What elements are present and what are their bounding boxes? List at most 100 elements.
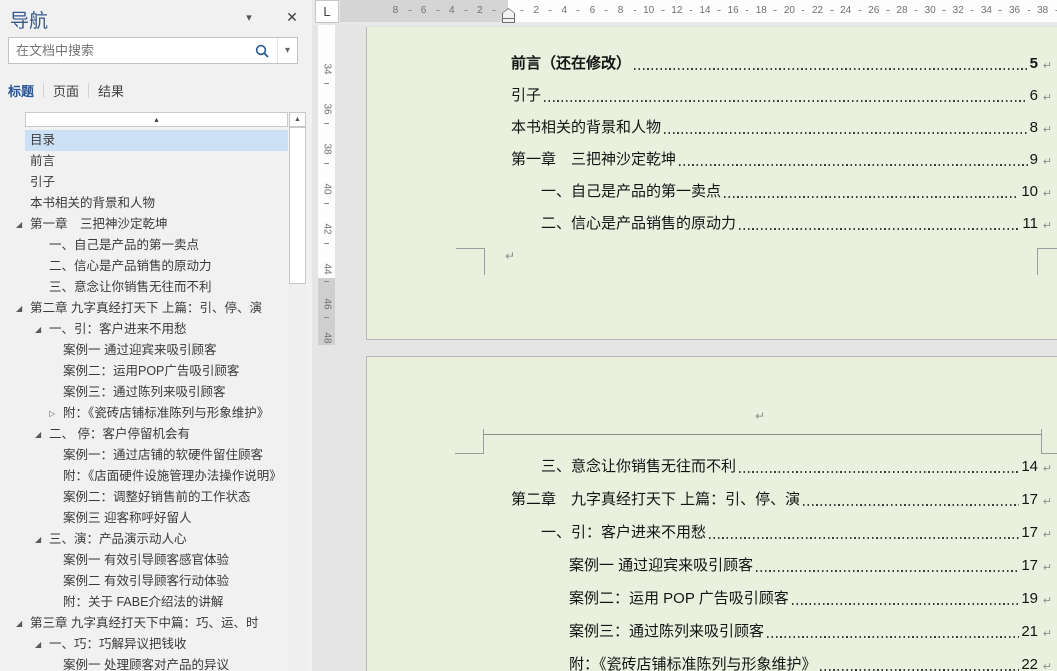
nav-heading-item[interactable]: 案例三 迎客称呼好留人 <box>25 508 288 529</box>
text-boundary-mark <box>1041 453 1057 454</box>
ruler-tick <box>943 10 946 11</box>
toc-entry: 案例二：运用 POP 广告吸引顾客19↵ <box>569 589 1038 609</box>
scrollbar-thumb[interactable] <box>289 127 306 284</box>
close-icon[interactable]: ✕ <box>281 6 303 28</box>
expand-icon[interactable]: ▷ <box>49 403 55 424</box>
collapse-icon[interactable]: ◢ <box>35 529 41 550</box>
ruler-number: 8 <box>618 0 624 22</box>
nav-heading-item[interactable]: 附：关于 FABE介绍法的讲解 <box>25 592 288 613</box>
left-indent-marker[interactable] <box>502 18 515 23</box>
ruler-number: 4 <box>561 0 567 22</box>
nav-heading-item[interactable]: 案例二：运用POP广告吸引顾客 <box>25 361 288 382</box>
paragraph-mark-icon: ↵ <box>1043 594 1052 607</box>
paragraph-mark-icon: ↵ <box>1043 187 1052 200</box>
collapse-icon[interactable]: ◢ <box>16 214 22 235</box>
ruler-number: 32 <box>953 0 964 22</box>
toc-entry: 前言（还在修改）5↵ <box>511 54 1038 74</box>
nav-heading-item[interactable]: 附：《店面硬件设施管理办法操作说明》 <box>25 466 288 487</box>
nav-heading-item[interactable]: 案例一 通过迎宾来吸引顾客 <box>25 340 288 361</box>
nav-heading-label: 第三章 九字真经打天下中篇：巧、运、时 <box>25 616 258 630</box>
paragraph-mark-icon: ↵ <box>1043 155 1052 168</box>
nav-heading-item[interactable]: 案例二：调整好销售前的工作状态 <box>25 487 288 508</box>
toc-entry: 二、信心是产品销售的原动力11↵ <box>541 214 1038 234</box>
search-options-dropdown-icon[interactable]: ▾ <box>277 38 297 63</box>
word-window: 导航 ▾ ✕ ▾ 标题 页面 结果 ▴ 目录前言引子本书相关的背景和人物◢第一章… <box>0 0 1057 671</box>
nav-heading-item[interactable]: ◢二、 停：客户停留机会有 <box>25 424 288 445</box>
ruler-tick <box>971 10 974 11</box>
collapse-icon[interactable]: ◢ <box>16 613 22 634</box>
toc-entry-text: 二、信心是产品销售的原动力 <box>541 214 736 234</box>
nav-heading-item[interactable]: 案例三：通过陈列来吸引顾客 <box>25 382 288 403</box>
pane-options-dropdown-icon[interactable]: ▾ <box>238 8 260 28</box>
nav-heading-label: 本书相关的背景和人物 <box>25 196 155 210</box>
toc-entry-text: 第二章 九字真经打天下 上篇：引、停、演 <box>511 490 800 510</box>
ruler-tick <box>549 10 552 11</box>
text-boundary-mark <box>1037 248 1038 275</box>
toc-entry: 本书相关的背景和人物8↵ <box>511 118 1038 138</box>
navigation-tabs: 标题 页面 结果 <box>8 80 133 100</box>
nav-heading-item[interactable]: 案例一：通过店铺的软硬件留住顾客 <box>25 445 288 466</box>
scrollbar-up-icon[interactable]: ▲ <box>289 112 306 127</box>
nav-heading-label: 附：《店面硬件设施管理办法操作说明》 <box>25 469 282 483</box>
collapse-icon[interactable]: ◢ <box>35 634 41 655</box>
ruler-number: 14 <box>699 0 710 22</box>
nav-heading-item[interactable]: ◢一、引：客户进来不用愁 <box>25 319 288 340</box>
nav-heading-item[interactable]: 前言 <box>25 151 288 172</box>
ruler-tick <box>746 10 749 11</box>
nav-scrollbar[interactable]: ▲ <box>289 112 306 671</box>
nav-heading-item[interactable]: 二、信心是产品销售的原动力 <box>25 256 288 277</box>
toc-dot-leader <box>544 100 1028 102</box>
nav-heading-item[interactable]: ◢一、巧：巧解异议把钱收 <box>25 634 288 655</box>
ruler-tick <box>436 10 439 11</box>
nav-heading-label: 案例二 有效引导顾客行动体验 <box>25 574 229 588</box>
nav-heading-item[interactable]: 一、自己是产品的第一卖点 <box>25 235 288 256</box>
toc-entry: 一、引：客户进来不用愁17↵ <box>541 523 1038 543</box>
ruler-number: 10 <box>643 0 654 22</box>
ruler-strip: L 86422468101214161820222426283032343638… <box>312 0 1057 25</box>
search-input[interactable] <box>9 43 247 58</box>
collapse-icon[interactable]: ◢ <box>16 298 22 319</box>
toc-page-number: 17 <box>1021 523 1038 543</box>
tab-headings[interactable]: 标题 <box>8 81 43 100</box>
nav-heading-item[interactable]: 案例二 有效引导顾客行动体验 <box>25 571 288 592</box>
ruler-number: 18 <box>756 0 767 22</box>
nav-heading-item[interactable]: ▷附：《瓷砖店铺标准陈列与形象维护》 <box>25 403 288 424</box>
nav-heading-item[interactable]: 三、意念让你销售无往而不利 <box>25 277 288 298</box>
toc-dot-leader <box>739 228 1020 230</box>
nav-heading-item[interactable]: 案例一 有效引导顾客感官体验 <box>25 550 288 571</box>
ruler-tick <box>915 10 918 11</box>
jump-to-top-bar[interactable]: ▴ <box>25 112 288 127</box>
nav-heading-item[interactable]: 目录 <box>25 130 288 151</box>
headings-list: 目录前言引子本书相关的背景和人物 ◢第一章 三把神沙定乾坤一、自己是产品的第一卖点… <box>25 130 288 671</box>
document-canvas: 前言（还在修改）5↵引子6↵本书相关的背景和人物8↵第一章 三把神沙定乾坤9↵一… <box>312 25 1057 671</box>
nav-heading-item[interactable]: 本书相关的背景和人物 <box>25 193 288 214</box>
nav-heading-item[interactable]: 引子 <box>25 172 288 193</box>
search-icon[interactable] <box>247 38 277 63</box>
nav-heading-item[interactable]: ◢第三章 九字真经打天下中篇：巧、运、时 <box>25 613 288 634</box>
tab-stop-selector[interactable]: L <box>315 0 339 23</box>
toc-dot-leader <box>724 196 1019 198</box>
ruler-number: 26 <box>868 0 879 22</box>
ruler-tick <box>408 10 411 11</box>
toc-entry-text: 引子 <box>511 86 541 106</box>
nav-heading-item[interactable]: ◢第一章 三把神沙定乾坤 <box>25 214 288 235</box>
nav-heading-label: 一、自己是产品的第一卖点 <box>25 238 199 252</box>
collapse-icon[interactable]: ◢ <box>35 424 41 445</box>
toc-entry-text: 本书相关的背景和人物 <box>511 118 661 138</box>
toc-dot-leader <box>739 471 1019 473</box>
paragraph-mark-icon: ↵ <box>1043 59 1052 72</box>
collapse-icon[interactable]: ◢ <box>35 319 41 340</box>
document-search-box: ▾ <box>8 37 298 64</box>
toc-page-number: 14 <box>1021 457 1038 477</box>
navigation-pane: 导航 ▾ ✕ ▾ 标题 页面 结果 ▴ 目录前言引子本书相关的背景和人物◢第一章… <box>0 0 312 671</box>
nav-heading-item[interactable]: ◢第二章 九字真经打天下 上篇：引、停、演 <box>25 298 288 319</box>
tab-pages[interactable]: 页面 <box>44 81 88 100</box>
ruler-number: 30 <box>925 0 936 22</box>
nav-heading-item[interactable]: ◢三、演：产品演示动人心 <box>25 529 288 550</box>
toc-page-number: 11 <box>1022 214 1038 234</box>
nav-heading-label: 三、意念让你销售无往而不利 <box>25 280 212 294</box>
ruler-tick <box>492 10 495 11</box>
document-page-1: 前言（还在修改）5↵引子6↵本书相关的背景和人物8↵第一章 三把神沙定乾坤9↵一… <box>366 27 1057 340</box>
nav-heading-item[interactable]: 案例一 处理顾客对产品的异议 <box>25 655 288 671</box>
tab-results[interactable]: 结果 <box>89 81 133 100</box>
